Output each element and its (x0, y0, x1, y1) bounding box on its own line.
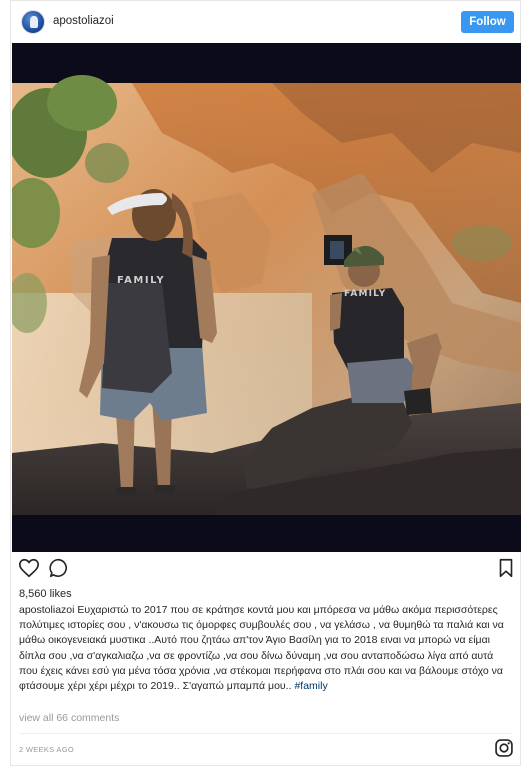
instagram-icon[interactable] (494, 738, 514, 758)
heart-icon[interactable] (18, 557, 40, 579)
post-timestamp[interactable]: 2 WEEKS AGO (19, 745, 74, 754)
caption-text: Ευχαριστώ το 2017 που σε κράτησε κοντά μ… (19, 604, 504, 693)
post-caption: apostoliazoi Ευχαριστώ το 2017 που σε κρ… (19, 603, 514, 694)
username-link[interactable]: apostoliazoi (53, 15, 114, 27)
follow-button[interactable]: Follow (461, 11, 514, 33)
post-actions (11, 557, 520, 581)
avatar[interactable] (21, 10, 45, 34)
comment-icon[interactable] (48, 557, 70, 579)
caption-username[interactable]: apostoliazoi (19, 604, 74, 616)
post-card: apostoliazoi Follow FAMILY FAMILY 8,560 … (10, 0, 521, 766)
post-image[interactable]: FAMILY FAMILY (12, 43, 521, 552)
bookmark-icon[interactable] (495, 557, 517, 579)
post-header: apostoliazoi Follow (11, 1, 520, 43)
likes-count[interactable]: 8,560 likes (19, 588, 72, 600)
shirt-text-left: FAMILY (117, 275, 166, 286)
divider (19, 733, 512, 734)
view-comments-link[interactable]: view all 66 comments (19, 712, 119, 724)
hashtag-link[interactable]: #family (294, 680, 327, 692)
shirt-text-right: FAMILY (344, 289, 387, 299)
